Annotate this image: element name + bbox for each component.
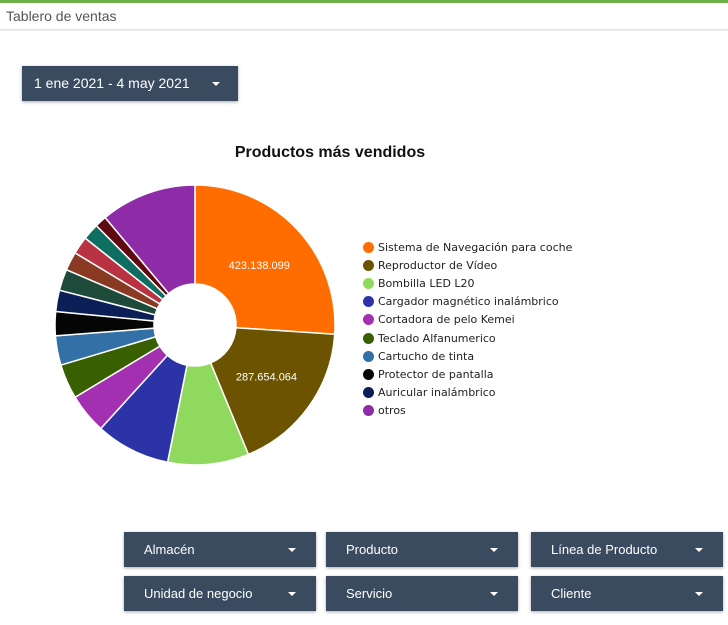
chart-legend: Sistema de Navegación para coche Reproduc… — [363, 238, 572, 420]
legend-item[interactable]: Sistema de Navegación para coche — [363, 238, 572, 256]
legend-color-dot — [363, 296, 374, 308]
legend-label: Auricular inalámbrico — [378, 386, 496, 400]
legend-item[interactable]: Reproductor de Vídeo — [363, 256, 572, 274]
legend-color-dot — [363, 387, 374, 399]
caret-down-icon — [288, 592, 296, 596]
legend-label: otros — [378, 404, 406, 418]
date-range-dropdown[interactable]: 1 ene 2021 - 4 may 2021 — [22, 66, 238, 101]
date-range-label: 1 ene 2021 - 4 may 2021 — [34, 75, 190, 91]
legend-label: Teclado Alfanumerico — [378, 331, 496, 345]
caret-down-icon — [695, 592, 703, 596]
filter-linea-producto-dropdown[interactable]: Línea de Producto — [531, 532, 723, 567]
legend-color-dot — [363, 405, 374, 417]
legend-item[interactable]: Teclado Alfanumerico — [363, 329, 572, 347]
legend-label: Cargador magnético inalámbrico — [378, 295, 559, 309]
slice-value-label: 423.138.099 — [229, 260, 290, 272]
legend-color-dot — [363, 332, 374, 344]
legend-item[interactable]: Cargador magnético inalámbrico — [363, 293, 572, 311]
donut-chart: 423.138.099 287.654.064 — [54, 184, 336, 466]
legend-label: Protector de pantalla — [378, 367, 494, 381]
filter-servicio-label: Servicio — [346, 586, 393, 601]
filter-linea-producto-label: Línea de Producto — [551, 542, 658, 557]
caret-down-icon — [695, 548, 703, 552]
legend-item[interactable]: Cortadora de pelo Kemei — [363, 311, 572, 329]
filter-cliente-label: Cliente — [551, 586, 592, 601]
caret-down-icon — [490, 548, 498, 552]
caret-down-icon — [288, 548, 296, 552]
legend-color-dot — [363, 277, 374, 289]
filter-producto-label: Producto — [346, 542, 399, 557]
legend-color-dot — [363, 241, 374, 253]
legend-label: Cortadora de pelo Kemei — [378, 313, 515, 327]
legend-item[interactable]: Protector de pantalla — [363, 365, 572, 383]
legend-item[interactable]: Auricular inalámbrico — [363, 384, 572, 402]
legend-item[interactable]: Bombilla LED L20 — [363, 274, 572, 292]
top-bar: Tablero de ventas — [0, 0, 728, 30]
app-title: Tablero de ventas — [6, 8, 117, 24]
filter-almacen-dropdown[interactable]: Almacén — [124, 532, 316, 567]
filter-unidad-negocio-label: Unidad de negocio — [144, 586, 253, 601]
legend-label: Cartucho de tinta — [378, 349, 475, 363]
legend-color-dot — [363, 314, 374, 326]
legend-label: Bombilla LED L20 — [378, 276, 475, 290]
filter-servicio-dropdown[interactable]: Servicio — [326, 576, 518, 611]
legend-item[interactable]: Cartucho de tinta — [363, 347, 572, 365]
legend-color-dot — [363, 259, 374, 271]
filter-unidad-negocio-dropdown[interactable]: Unidad de negocio — [124, 576, 316, 611]
filter-cliente-dropdown[interactable]: Cliente — [531, 576, 723, 611]
legend-item[interactable]: otros — [363, 402, 572, 420]
legend-label: Sistema de Navegación para coche — [378, 240, 573, 254]
caret-down-icon — [212, 82, 220, 86]
filter-producto-dropdown[interactable]: Producto — [326, 532, 518, 567]
chart-title: Productos más vendidos — [234, 144, 426, 161]
legend-label: Reproductor de Vídeo — [378, 258, 498, 272]
caret-down-icon — [490, 592, 498, 596]
legend-color-dot — [363, 368, 374, 380]
filter-almacen-label: Almacén — [144, 542, 195, 557]
legend-color-dot — [363, 350, 374, 362]
slice-value-label: 287.654.064 — [236, 371, 297, 383]
